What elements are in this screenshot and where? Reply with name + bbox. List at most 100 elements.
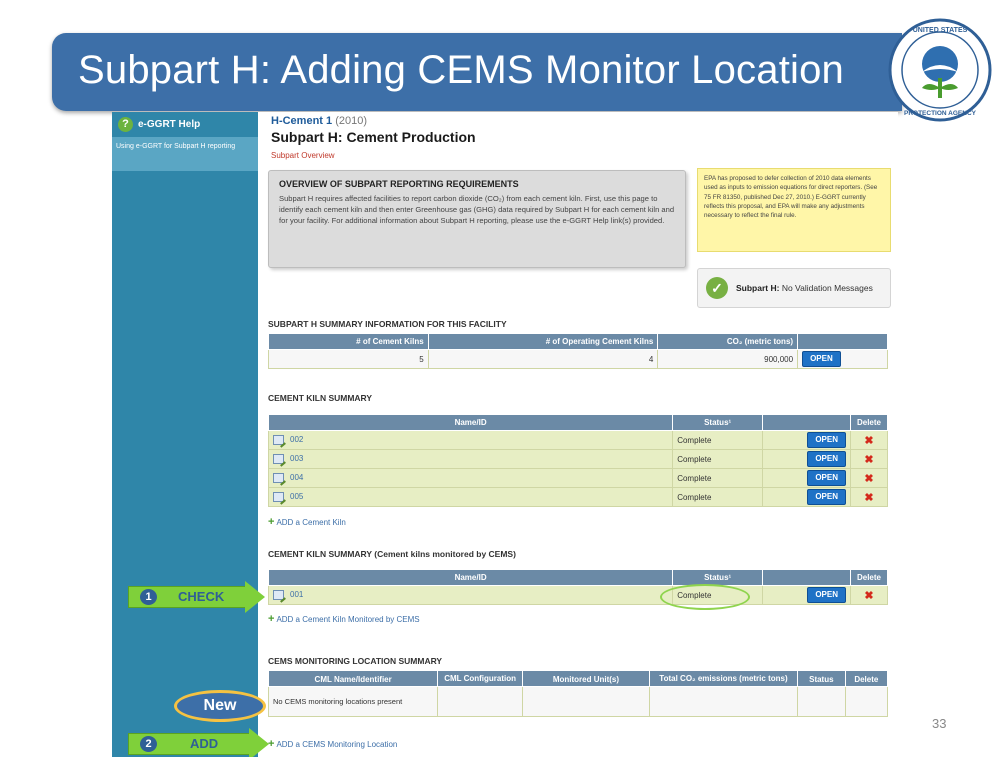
col-delete: Delete: [849, 569, 889, 586]
slide-number: 33: [932, 716, 947, 731]
svg-text:PROTECTION AGENCY: PROTECTION AGENCY: [904, 110, 977, 117]
arrow-right-icon: [249, 728, 269, 757]
delete-icon[interactable]: ✖: [864, 473, 873, 485]
edit-icon: [273, 492, 284, 502]
validation-text: No Validation Messages: [781, 283, 873, 293]
open-kiln-button[interactable]: OPEN: [807, 451, 846, 467]
check-icon: ✓: [706, 277, 728, 299]
step-number: 1: [140, 589, 157, 605]
validation-label: Subpart H:: [736, 283, 780, 293]
col-name-id: Name/ID: [267, 414, 674, 431]
overview-body: Subpart H requires affected facilities t…: [279, 194, 675, 225]
operating-kiln-count: 4: [427, 349, 659, 369]
step-number: 2: [140, 736, 157, 752]
new-badge: New: [174, 690, 266, 722]
col-kilns: # of Cement Kilns: [268, 333, 429, 350]
svg-text:UNITED STATES: UNITED STATES: [913, 27, 968, 34]
subpart-overview-link[interactable]: Subpart Overview: [271, 151, 335, 160]
summary-heading: SUBPART H SUMMARY INFORMATION FOR THIS F…: [268, 319, 507, 329]
add-cems-location-label: ADD a CEMS Monitoring Location: [276, 739, 398, 749]
deferral-notice: EPA has proposed to defer collection of …: [697, 168, 891, 252]
kiln-summary-table: Name/ID Status¹ Delete 002 Complete OPEN…: [267, 414, 889, 507]
kiln-status: Complete: [672, 468, 764, 488]
col-status: Status: [797, 670, 846, 687]
status-highlight-oval: [660, 584, 750, 610]
overview-panel: OVERVIEW OF SUBPART REPORTING REQUIREMEN…: [268, 170, 686, 268]
kiln-count: 5: [268, 349, 429, 369]
kiln-summary-heading: CEMENT KILN SUMMARY: [268, 393, 373, 403]
open-kiln-button[interactable]: OPEN: [807, 432, 846, 448]
table-row: 5 4 900,000 OPEN: [268, 349, 888, 369]
col-co2: CO₂ (metric tons): [657, 333, 799, 350]
edit-icon: [273, 435, 284, 445]
table-row: 002 Complete OPEN ✖: [267, 430, 889, 450]
step-label: CHECK: [178, 589, 225, 604]
delete-icon[interactable]: ✖: [864, 590, 873, 602]
add-cems-kiln-label: ADD a Cement Kiln Monitored by CEMS: [276, 614, 420, 624]
plus-icon: +: [268, 613, 275, 625]
epa-logo: UNITED STATES PROTECTION AGENCY: [888, 18, 992, 122]
col-cml-configuration: CML Configuration: [437, 670, 523, 687]
open-summary-button[interactable]: OPEN: [802, 351, 841, 367]
kiln-name-link[interactable]: 002: [290, 435, 303, 444]
open-cems-kiln-button[interactable]: OPEN: [807, 587, 846, 603]
reporting-year: (2010): [335, 115, 367, 127]
col-delete: Delete: [844, 670, 889, 687]
validation-panel: ✓ Subpart H: No Validation Messages: [697, 268, 891, 308]
edit-icon: [273, 590, 284, 600]
co2-total: 900,000: [657, 349, 799, 369]
edit-icon: [273, 473, 284, 483]
col-open: [762, 414, 851, 431]
col-total-co2: Total CO₂ emissions (metric tons): [648, 670, 799, 687]
cems-kiln-name-link[interactable]: 001: [290, 590, 303, 599]
step-label: ADD: [190, 736, 219, 751]
add-cems-kiln-link[interactable]: + ADD a Cement Kiln Monitored by CEMS: [268, 613, 420, 625]
arrow-right-icon: [245, 581, 265, 613]
col-action: [797, 333, 888, 350]
overview-heading: OVERVIEW OF SUBPART REPORTING REQUIREMEN…: [279, 179, 519, 189]
table-row: 003 Complete OPEN ✖: [267, 449, 889, 469]
sidebar: [112, 112, 258, 757]
table-row: 004 Complete OPEN ✖: [267, 468, 889, 488]
kiln-status: Complete: [672, 487, 764, 507]
sidebar-help-link[interactable]: ? e-GGRT Help: [118, 117, 200, 132]
facility-label: H-Cement 1: [271, 115, 333, 127]
open-kiln-button[interactable]: OPEN: [807, 470, 846, 486]
question-icon: ?: [118, 117, 133, 132]
cml-summary-heading: CEMS MONITORING LOCATION SUMMARY: [268, 656, 443, 666]
table-row: 001 Complete OPEN ✖: [267, 585, 889, 605]
cml-empty-message: No CEMS monitoring locations present: [267, 686, 439, 717]
delete-icon[interactable]: ✖: [864, 435, 873, 447]
validation-message: Subpart H: No Validation Messages: [736, 282, 873, 294]
sidebar-help-label: e-GGRT Help: [138, 119, 201, 130]
kiln-status: Complete: [672, 449, 764, 469]
slide-title: Subpart H: Adding CEMS Monitor Location: [78, 48, 844, 92]
delete-icon[interactable]: ✖: [864, 454, 873, 466]
add-cement-kiln-label: ADD a Cement Kiln: [276, 517, 346, 527]
col-monitored-units: Monitored Unit(s): [521, 670, 650, 687]
col-status: Status¹: [672, 414, 764, 431]
col-open: [762, 569, 851, 586]
add-cement-kiln-link[interactable]: + ADD a Cement Kiln: [268, 516, 346, 528]
kiln-status: Complete: [672, 430, 764, 450]
sidebar-item-subpart-h-guide[interactable]: Using e-GGRT for Subpart H reporting: [112, 137, 258, 171]
col-operating-kilns: # of Operating Cement Kilns: [427, 333, 659, 350]
kiln-name-link[interactable]: 005: [290, 492, 303, 501]
table-row: 005 Complete OPEN ✖: [267, 487, 889, 507]
delete-icon[interactable]: ✖: [864, 492, 873, 504]
col-cml-name: CML Name/Identifier: [267, 670, 439, 687]
page-title: Subpart H: Cement Production: [271, 129, 476, 145]
facility-name: H-Cement 1 (2010): [271, 115, 367, 127]
open-kiln-button[interactable]: OPEN: [807, 489, 846, 505]
summary-table: # of Cement Kilns # of Operating Cement …: [268, 333, 888, 369]
plus-icon: +: [268, 516, 275, 528]
table-row: No CEMS monitoring locations present: [267, 686, 889, 717]
cems-kiln-summary-heading: CEMENT KILN SUMMARY (Cement kilns monito…: [268, 549, 516, 559]
col-status: Status¹: [672, 569, 764, 586]
add-cems-location-link[interactable]: + ADD a CEMS Monitoring Location: [268, 739, 398, 750]
col-delete: Delete: [849, 414, 889, 431]
kiln-name-link[interactable]: 004: [290, 473, 303, 482]
cems-kiln-table: Name/ID Status¹ Delete 001 Complete OPEN…: [267, 569, 889, 605]
kiln-name-link[interactable]: 003: [290, 454, 303, 463]
cml-summary-table: CML Name/Identifier CML Configuration Mo…: [267, 670, 889, 717]
